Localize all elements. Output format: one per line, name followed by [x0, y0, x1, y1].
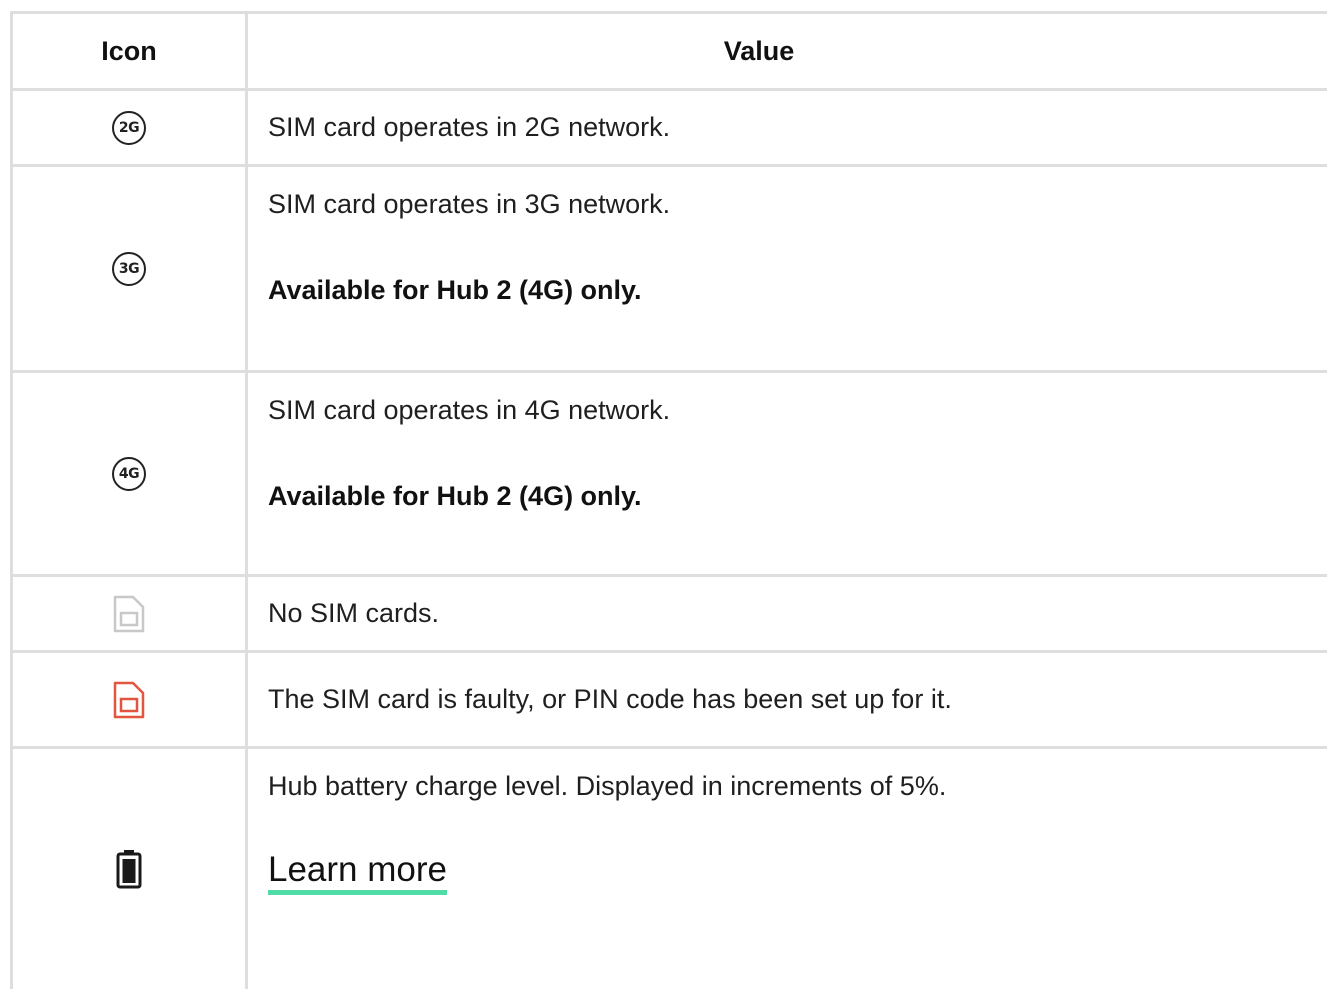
- table-header-row: Icon Value: [13, 14, 1327, 91]
- row-description: SIM card operates in 4G network.: [268, 395, 671, 425]
- value-cell: SIM card operates in 4G network. Availab…: [248, 373, 1327, 574]
- table-row: The SIM card is faulty, or PIN code has …: [13, 653, 1327, 749]
- value-cell: No SIM cards.: [248, 577, 1327, 650]
- row-description: No SIM cards.: [268, 598, 440, 628]
- header-icon-cell: Icon: [13, 14, 248, 88]
- value-cell: Hub battery charge level. Displayed in i…: [248, 749, 1327, 989]
- table-row: 4G SIM card operates in 4G network. Avai…: [13, 373, 1327, 577]
- row-description: SIM card operates in 2G network.: [268, 112, 671, 142]
- header-value-cell: Value: [723, 35, 795, 66]
- faulty-sim-icon: [113, 681, 145, 718]
- table-row: 3G SIM card operates in 3G network. Avai…: [13, 167, 1327, 373]
- value-cell: SIM card operates in 2G network.: [248, 91, 1327, 164]
- status-icons-table: Icon Value 2G SIM card operates in 2G ne…: [10, 11, 1327, 989]
- icon-cell: 3G: [13, 167, 248, 370]
- value-cell: SIM card operates in 3G network. Availab…: [248, 167, 1327, 370]
- 2g-icon: 2G: [112, 110, 146, 145]
- learn-more-link[interactable]: Learn more: [268, 851, 447, 895]
- no-sim-icon: [113, 595, 145, 632]
- 4g-icon: 4G: [112, 456, 146, 491]
- icon-cell: [13, 749, 248, 989]
- icon-cell: [13, 653, 248, 746]
- 3g-icon: 3G: [112, 251, 146, 286]
- row-description: SIM card operates in 3G network.: [268, 189, 671, 219]
- row-description: The SIM card is faulty, or PIN code has …: [268, 684, 952, 714]
- table-row: No SIM cards.: [13, 577, 1327, 653]
- availability-note: Available for Hub 2 (4G) only.: [268, 275, 642, 305]
- availability-note: Available for Hub 2 (4G) only.: [268, 481, 642, 511]
- value-cell: The SIM card is faulty, or PIN code has …: [248, 653, 1327, 746]
- battery-icon: [116, 850, 142, 889]
- table-row: 2G SIM card operates in 2G network.: [13, 91, 1327, 167]
- icon-cell: 4G: [13, 373, 248, 574]
- icon-cell: [13, 577, 248, 650]
- row-description: Hub battery charge level. Displayed in i…: [268, 771, 947, 801]
- icon-cell: 2G: [13, 91, 248, 164]
- table-row: Hub battery charge level. Displayed in i…: [13, 749, 1327, 989]
